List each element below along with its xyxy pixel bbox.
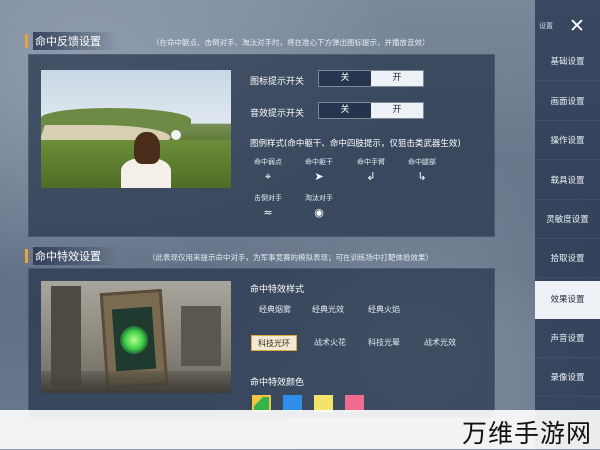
sound-toggle[interactable]: 关 开 — [318, 102, 424, 119]
style-tactical-spark[interactable]: 战术火花 — [308, 335, 352, 351]
settings-sidebar: 设置 ✕ 基础设置 画面设置 操作设置 载具设置 灵敏度设置 拾取设置 效果设置… — [535, 0, 600, 449]
legend-eliminate: 淘汰对手 ◉ — [305, 194, 333, 219]
feedback-section-title: 命中反馈设置 — [33, 32, 119, 50]
torso-icon: ➤ — [314, 170, 324, 183]
effect-section-title: 命中特效设置 — [33, 247, 119, 265]
sidebar-item-controls[interactable]: 操作设置 — [535, 122, 600, 160]
style-classic-flame[interactable]: 经典火焰 — [362, 302, 406, 318]
icon-toggle[interactable]: 关 开 — [318, 70, 424, 87]
feedback-section-note: （在命中躯点、击倒对手、淘汰对手时，将在准心下方弹出图标提示，并播放音效） — [152, 38, 430, 47]
sound-toggle-label: 音效提示开关 — [250, 109, 305, 119]
icon-toggle-off[interactable]: 关 — [319, 71, 371, 86]
leg-icon: ↳ — [417, 170, 427, 183]
style-tech-glow[interactable]: 科技光晕 — [362, 335, 406, 351]
legend-torso: 命中躯干 ➤ — [305, 158, 333, 183]
eliminate-icon: ◉ — [314, 206, 324, 219]
settings-top-label: 设置 — [539, 22, 553, 30]
arm-icon: ↲ — [366, 170, 376, 183]
section-accent-bar — [25, 34, 28, 48]
watermark-text: 万维手游网 — [461, 419, 592, 448]
sidebar-item-pickup[interactable]: 拾取设置 — [535, 240, 600, 278]
effect-preview-image — [41, 281, 231, 393]
legend-arm: 命中手臂 ↲ — [357, 158, 385, 183]
sidebar-top-bar: 设置 ✕ — [535, 13, 600, 39]
legend-knockdown: 击倒对手 ≈ — [254, 194, 282, 219]
sidebar-item-replay[interactable]: 录像设置 — [535, 359, 600, 397]
style-classic-light[interactable]: 经典光效 — [306, 302, 350, 318]
feedback-preview-image — [41, 70, 231, 188]
sound-toggle-off[interactable]: 关 — [319, 103, 371, 118]
icon-toggle-on[interactable]: 开 — [371, 71, 423, 86]
icon-toggle-label: 图标提示开关 — [250, 77, 305, 87]
sidebar-item-vehicle[interactable]: 载具设置 — [535, 162, 600, 200]
effect-section-note: （此表现仅用来提示命中对手，为军事竞赛的模拟表现；可在训练场中打靶体验效果） — [148, 253, 433, 262]
style-tech-halo[interactable]: 科技光环 — [251, 335, 297, 351]
legend-leg: 命中腿部 ↳ — [408, 158, 436, 183]
sidebar-item-sensitivity[interactable]: 灵敏度设置 — [535, 201, 600, 239]
knockdown-icon: ≈ — [263, 206, 273, 219]
crosshair-icon: ⌖ — [264, 170, 272, 183]
sidebar-item-graphics[interactable]: 画面设置 — [535, 83, 600, 121]
sidebar-item-effects[interactable]: 效果设置 — [535, 281, 600, 319]
settings-main: 命中反馈设置 （在命中躯点、击倒对手、淘汰对手时，将在准心下方弹出图标提示，并播… — [0, 0, 535, 449]
selected-check-icon — [254, 397, 263, 406]
legend-weakpoint: 命中弱点 ⌖ — [254, 158, 282, 183]
feedback-section-header: 命中反馈设置 — [25, 32, 119, 50]
effect-color-title: 命中特效颜色 — [250, 378, 305, 388]
sound-toggle-on[interactable]: 开 — [371, 103, 423, 118]
style-classic-smoke[interactable]: 经典烟雾 — [253, 302, 297, 318]
effect-style-title: 命中特效样式 — [250, 285, 305, 295]
sidebar-item-basic[interactable]: 基础设置 — [535, 43, 600, 81]
effect-section-header: 命中特效设置 — [25, 247, 119, 265]
legend-title: 图例样式(命中躯干、命中四肢提示，仅狙击类武器生效) — [250, 139, 461, 149]
close-icon[interactable]: ✕ — [563, 15, 591, 39]
section-accent-bar — [25, 249, 28, 263]
style-tactical-light[interactable]: 战术光效 — [418, 335, 462, 351]
sidebar-item-sound[interactable]: 声音设置 — [535, 320, 600, 358]
